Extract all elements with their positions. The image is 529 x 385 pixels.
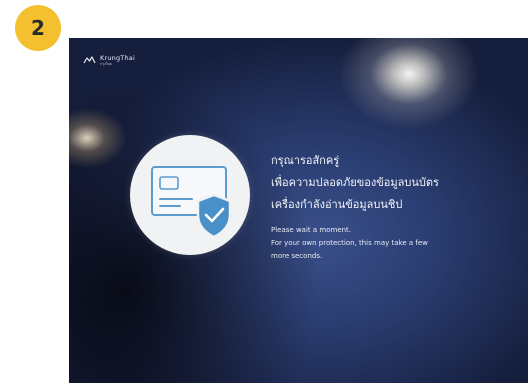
- page: 2 KrungThai กรุงไทย กรุณารอสักครู่ เพื่อ…: [0, 0, 529, 385]
- english-message-line-1: Please wait a moment.: [271, 226, 352, 234]
- atm-screen: KrungThai กรุงไทย กรุณารอสักครู่ เพื่อคว…: [69, 38, 528, 383]
- bank-logo-name: KrungThai: [100, 54, 135, 62]
- waiting-message: กรุณารอสักครู่ เพื่อความปลอดภัยของข้อมูล…: [271, 150, 521, 263]
- english-message-line-3: more seconds.: [271, 252, 323, 260]
- thai-message-line-3: เครื่องกำลังอ่านข้อมูลบนชิป: [271, 198, 403, 211]
- bank-logo-subtitle: กรุงไทย: [100, 61, 112, 66]
- thai-message-line-1: กรุณารอสักครู่: [271, 154, 340, 167]
- thai-message-line-2: เพื่อความปลอดภัยของข้อมูลบนบัตร: [271, 176, 439, 189]
- card-shield-illustration: [130, 135, 250, 255]
- bank-logo: KrungThai กรุงไทย: [83, 55, 135, 66]
- english-message-line-2: For your own protection, this may take a…: [271, 239, 428, 247]
- bank-logo-icon: [83, 56, 96, 64]
- step-number-badge: 2: [15, 5, 61, 51]
- card-shield-icon: [151, 166, 232, 239]
